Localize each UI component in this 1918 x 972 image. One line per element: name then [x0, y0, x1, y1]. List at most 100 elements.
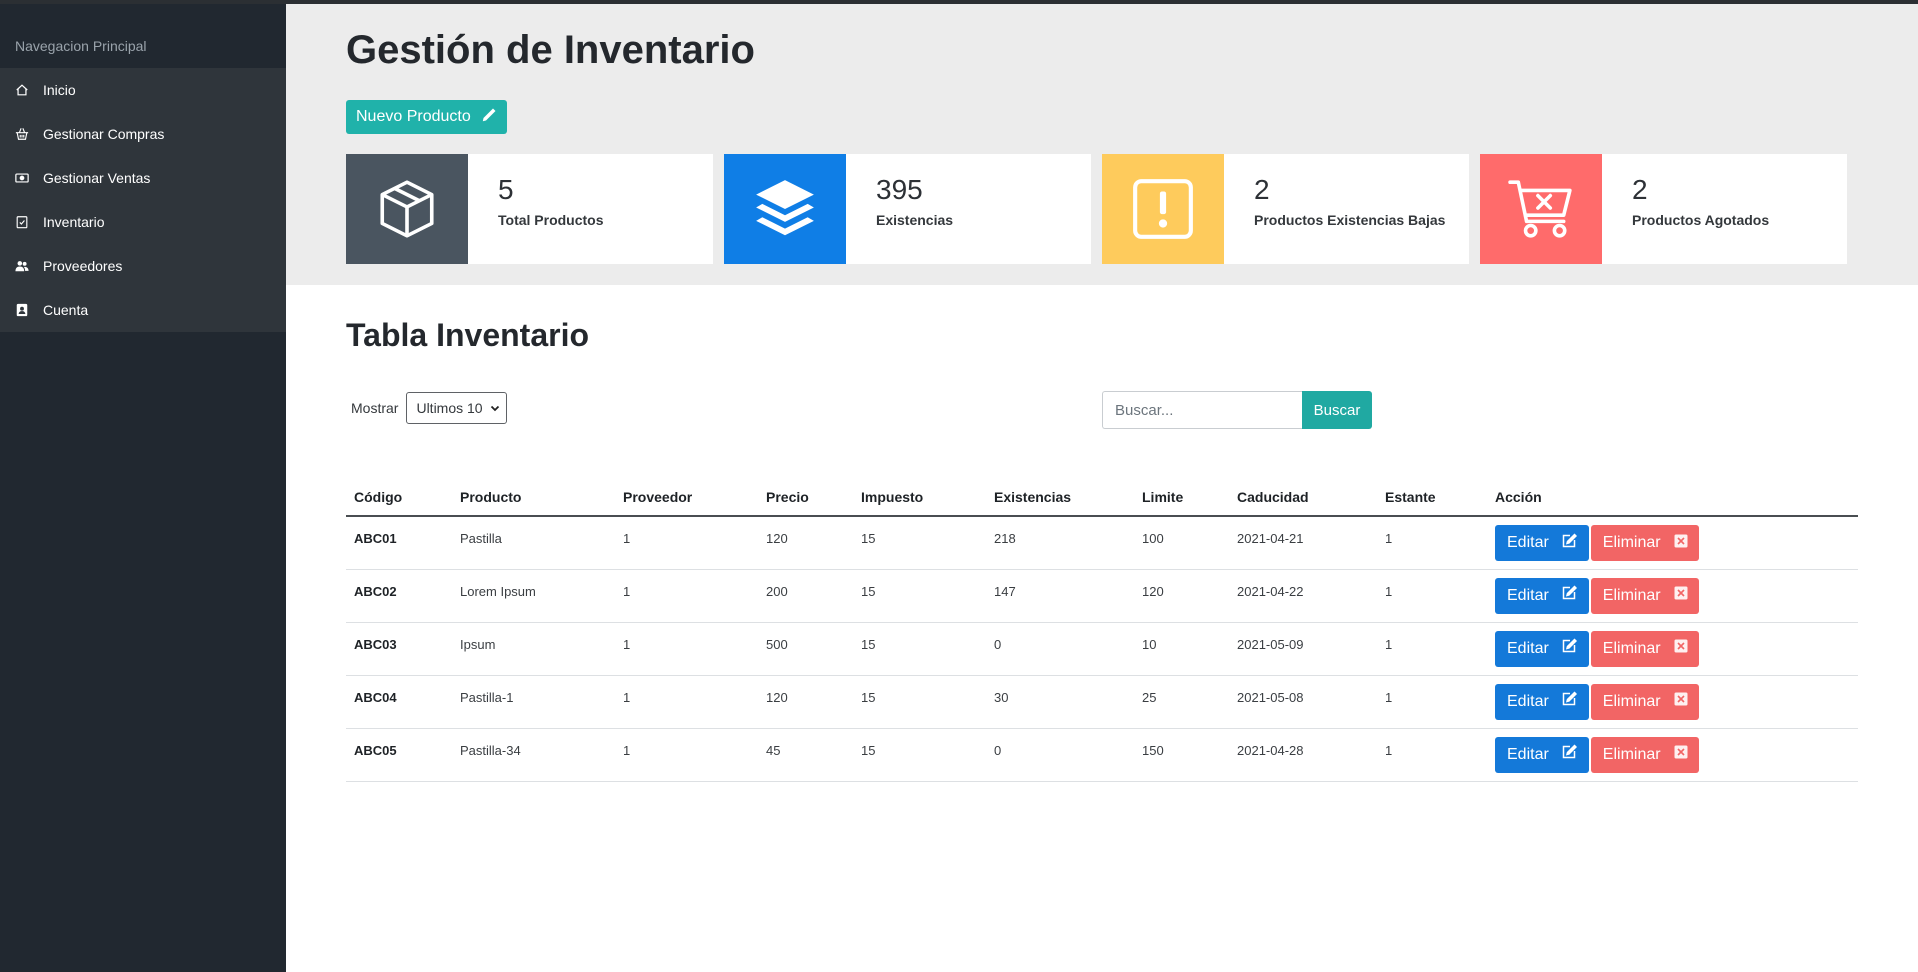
pencil-icon — [481, 107, 497, 128]
close-square-icon — [1673, 691, 1689, 712]
sidebar-item-label: Proveedores — [43, 258, 123, 274]
new-product-button[interactable]: Nuevo Producto — [346, 100, 507, 134]
cell-precio: 500 — [758, 622, 853, 676]
close-square-icon — [1673, 744, 1689, 765]
sidebar-item-label: Cuenta — [43, 302, 89, 318]
col-header: Limite — [1134, 478, 1229, 517]
show-selected-value: Ultimos 10 — [416, 400, 483, 416]
col-header: Código — [346, 478, 452, 517]
sidebar-item-inventario[interactable]: Inventario — [0, 200, 286, 244]
cell-existencias: 0 — [986, 728, 1134, 782]
cell-proveedor: 1 — [615, 728, 758, 782]
cell-proveedor: 1 — [615, 622, 758, 676]
warning-icon — [1102, 154, 1224, 264]
cell-estante: 1 — [1377, 675, 1487, 729]
sidebar: Navegacion Principal Inicio Gestionar Co… — [0, 4, 286, 972]
cell-caducidad: 2021-04-21 — [1229, 516, 1377, 570]
cell-actions: Editar Eliminar — [1487, 516, 1858, 570]
cell-estante: 1 — [1377, 516, 1487, 570]
col-header: Impuesto — [853, 478, 986, 517]
stat-value: 2 — [1632, 174, 1648, 205]
cell-producto: Pastilla-1 — [452, 675, 615, 729]
stat-card-total-productos: 5 Total Productos — [346, 154, 713, 264]
stat-value: 395 — [876, 174, 923, 205]
sidebar-item-proveedores[interactable]: Proveedores — [0, 244, 286, 288]
delete-button[interactable]: Eliminar — [1590, 525, 1699, 561]
delete-label: Eliminar — [1602, 745, 1661, 763]
layers-icon — [724, 154, 846, 264]
table-row: ABC05 Pastilla-34 1 45 15 0 150 2021-04-… — [346, 728, 1858, 782]
cell-limite: 25 — [1134, 675, 1229, 729]
search-input[interactable]: Buscar... — [1102, 391, 1302, 429]
sidebar-item-cuenta[interactable]: Cuenta — [0, 288, 286, 332]
cell-actions: Editar Eliminar — [1487, 728, 1858, 782]
stat-card-existencias: 395 Existencias — [724, 154, 1091, 264]
cart-x-icon — [1480, 154, 1602, 264]
new-product-label: Nuevo Producto — [356, 108, 471, 125]
cell-producto: Pastilla-34 — [452, 728, 615, 782]
delete-button[interactable]: Eliminar — [1590, 577, 1699, 614]
sidebar-item-label: Inicio — [43, 82, 76, 98]
table-row: ABC04 Pastilla-1 1 120 15 30 25 2021-05-… — [346, 675, 1858, 729]
cell-estante: 1 — [1377, 622, 1487, 676]
edit-square-icon — [1561, 532, 1577, 554]
cell-estante: 1 — [1377, 569, 1487, 623]
sidebar-item-gestionar-ventas[interactable]: Gestionar Ventas — [0, 156, 286, 200]
delete-button[interactable]: Eliminar — [1590, 736, 1699, 773]
cell-codigo: ABC03 — [346, 622, 452, 676]
edit-button[interactable]: Editar — [1495, 683, 1589, 720]
edit-button[interactable]: Editar — [1495, 525, 1589, 561]
edit-label: Editar — [1507, 586, 1549, 604]
delete-button[interactable]: Eliminar — [1590, 683, 1699, 720]
edit-square-icon — [1561, 744, 1577, 765]
header-band: Gestión de Inventario Nuevo Producto 5 T… — [286, 4, 1918, 285]
main-content: Gestión de Inventario Nuevo Producto 5 T… — [286, 4, 1918, 972]
show-label: Mostrar — [351, 400, 399, 416]
table-header-row: Código Producto Proveedor Precio Impuest… — [346, 478, 1858, 517]
page-title: Gestión de Inventario — [346, 28, 755, 72]
close-square-icon — [1673, 585, 1689, 606]
person-badge-icon — [15, 303, 29, 317]
cell-limite: 100 — [1134, 516, 1229, 570]
sidebar-item-label: Gestionar Compras — [43, 126, 165, 142]
delete-label: Eliminar — [1602, 692, 1661, 710]
stat-label: Existencias — [876, 212, 954, 228]
cell-actions: Editar Eliminar — [1487, 675, 1858, 729]
show-entries-select[interactable]: Ultimos 10 — [406, 392, 508, 424]
edit-button[interactable]: Editar — [1495, 577, 1589, 614]
cell-actions: Editar Eliminar — [1487, 569, 1858, 623]
cell-proveedor: 1 — [615, 675, 758, 729]
people-icon — [15, 259, 29, 273]
sidebar-item-inicio[interactable]: Inicio — [0, 68, 286, 112]
search-button[interactable]: Buscar — [1302, 391, 1372, 429]
close-square-icon — [1673, 533, 1689, 554]
delete-button[interactable]: Eliminar — [1590, 630, 1699, 667]
cell-precio: 45 — [758, 728, 853, 782]
table-row: ABC03 Ipsum 1 500 15 0 10 2021-05-09 1 E… — [346, 622, 1858, 676]
cell-existencias: 30 — [986, 675, 1134, 729]
edit-square-icon — [1561, 585, 1577, 606]
sidebar-item-gestionar-compras[interactable]: Gestionar Compras — [0, 112, 286, 156]
cell-caducidad: 2021-04-28 — [1229, 728, 1377, 782]
edit-label: Editar — [1507, 534, 1549, 551]
edit-button[interactable]: Editar — [1495, 630, 1589, 667]
table-section-title: Tabla Inventario — [346, 317, 590, 353]
basket-icon — [15, 127, 29, 141]
edit-label: Editar — [1507, 639, 1549, 657]
stat-label: Total Productos — [498, 212, 604, 228]
cell-impuesto: 15 — [853, 728, 986, 782]
stat-label: Productos Agotados — [1632, 212, 1770, 228]
cell-existencias: 218 — [986, 516, 1134, 570]
edit-button[interactable]: Editar — [1495, 736, 1589, 773]
cell-actions: Editar Eliminar — [1487, 622, 1858, 676]
col-header: Acción — [1487, 478, 1858, 517]
sidebar-item-label: Gestionar Ventas — [43, 170, 151, 186]
cell-limite: 120 — [1134, 569, 1229, 623]
cell-limite: 150 — [1134, 728, 1229, 782]
cell-impuesto: 15 — [853, 516, 986, 570]
stat-value: 5 — [498, 174, 514, 205]
clipboard-check-icon — [15, 215, 29, 229]
cell-codigo: ABC05 — [346, 728, 452, 782]
cell-precio: 120 — [758, 675, 853, 729]
stat-card-existencias-bajas: 2 Productos Existencias Bajas — [1102, 154, 1469, 264]
